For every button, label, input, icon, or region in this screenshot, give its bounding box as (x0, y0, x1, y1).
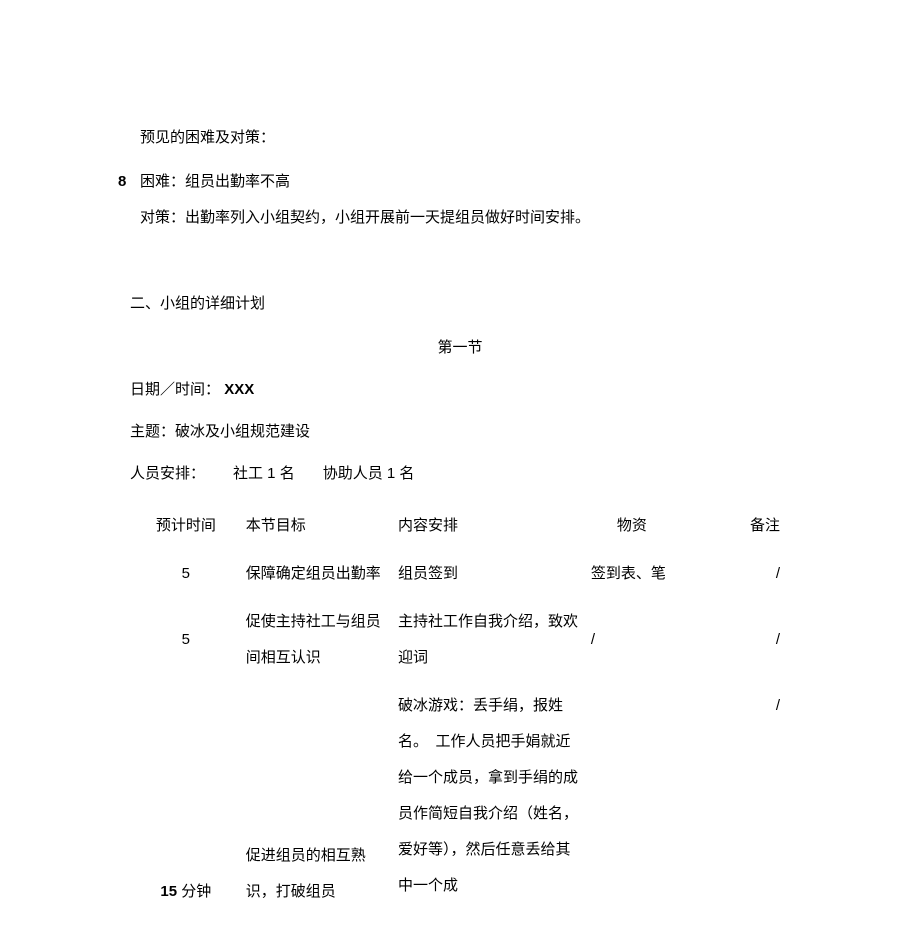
cell-note: / (709, 682, 790, 910)
table-row: 5 保障确定组员出勤率 组员签到 签到表、笔 / (130, 550, 790, 598)
table-row: 5 促使主持社工与组员间相互认识 主持社工作自我介绍，致欢迎词 / / (130, 598, 790, 682)
header-resources: 物资 (587, 502, 709, 550)
plan-table: 预计时间 本节目标 内容安排 物资 备注 5 保障确定组员出勤率 组员签到 签到… (130, 502, 790, 910)
header-time: 预计时间 (130, 502, 242, 550)
staff-value-1: 社工 1 名 (233, 456, 295, 492)
cell-goal: 促进组员的相互熟识，打破组员 (242, 682, 394, 910)
cell-resources (587, 682, 709, 910)
cell-resources: 签到表、笔 (587, 550, 709, 598)
document-page: 预见的困难及对策： 8 困难：组员出勤率不高 对策：出勤率列入小组契约，小组开展… (0, 0, 920, 910)
cell-resources: / (587, 598, 709, 682)
staff-label: 人员安排： (130, 456, 205, 492)
difficulties-heading: 预见的困难及对策： (130, 120, 790, 156)
table-row: 15 分钟 促进组员的相互熟识，打破组员 破冰游戏：丢手绢，报姓名。 工作人员把… (130, 682, 790, 910)
table-header-row: 预计时间 本节目标 内容安排 物资 备注 (130, 502, 790, 550)
cell-note: / (709, 598, 790, 682)
header-note: 备注 (709, 502, 790, 550)
cell-content: 主持社工作自我介绍，致欢迎词 (394, 598, 587, 682)
cell-time: 5 (130, 550, 242, 598)
section-2-title: 二、小组的详细计划 (130, 286, 790, 322)
cell-content: 组员签到 (394, 550, 587, 598)
staff-value-2: 协助人员 1 名 (323, 456, 415, 492)
header-goal: 本节目标 (242, 502, 394, 550)
cell-goal: 保障确定组员出勤率 (242, 550, 394, 598)
header-content: 内容安排 (394, 502, 587, 550)
date-row: 日期／时间： XXX (130, 372, 790, 408)
section-subheading: 第一节 (130, 330, 790, 366)
date-value: XXX (224, 381, 254, 398)
bullet-number: 8 (118, 164, 126, 200)
topic-row: 主题：破冰及小组规范建设 (130, 414, 790, 450)
cell-note: / (709, 550, 790, 598)
date-label: 日期／时间： (130, 381, 220, 398)
staff-row: 人员安排： 社工 1 名 协助人员 1 名 (130, 456, 790, 492)
cell-time: 5 (130, 598, 242, 682)
topic-value: 破冰及小组规范建设 (175, 423, 310, 440)
difficulty-text: 困难：组员出勤率不高 (130, 164, 790, 200)
strategy-text: 对策：出勤率列入小组契约，小组开展前一天提组员做好时间安排。 (130, 200, 790, 236)
cell-content: 破冰游戏：丢手绢，报姓名。 工作人员把手娟就近给一个成员，拿到手绢的成员作简短自… (394, 682, 587, 910)
cell-goal: 促使主持社工与组员间相互认识 (242, 598, 394, 682)
cell-time: 15 分钟 (130, 682, 242, 910)
topic-label: 主题： (130, 423, 175, 440)
